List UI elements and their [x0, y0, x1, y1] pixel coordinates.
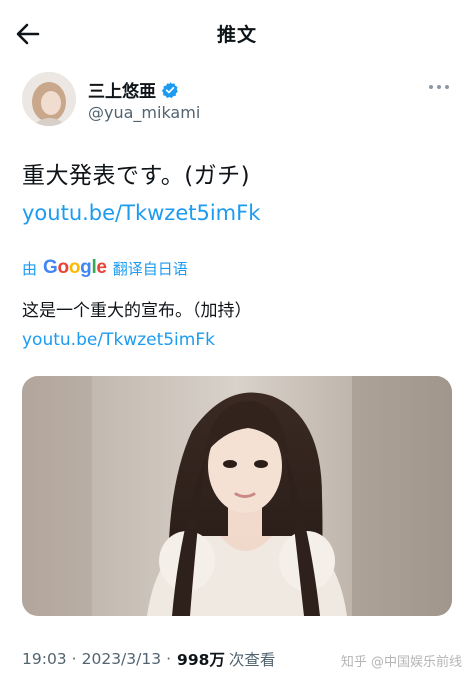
- avatar[interactable]: [22, 72, 76, 126]
- translated-link[interactable]: youtu.be/Tkwzet5imFk: [22, 330, 215, 350]
- tweet-text: 重大発表です。(ガチ): [22, 163, 251, 189]
- author-handle[interactable]: @yua_mikami: [88, 103, 200, 122]
- top-bar: 推文: [0, 0, 474, 66]
- translated-text: 这是一个重大的宣布。（加持）: [22, 301, 252, 321]
- tweet-date: 2023/3/13: [81, 650, 162, 668]
- tweet-author: 三上悠亜 @yua_mikami: [22, 72, 452, 128]
- author-name-row[interactable]: 三上悠亜: [88, 77, 179, 102]
- view-count: 998万: [177, 651, 225, 669]
- translate-attribution[interactable]: 由 Google 翻译自日语: [22, 257, 188, 279]
- page-title: 推文: [216, 24, 257, 46]
- tweet-link[interactable]: youtu.be/Tkwzet5imFk: [22, 201, 260, 225]
- separator-dot: ·: [166, 650, 172, 668]
- tweet-media-image[interactable]: [22, 376, 452, 616]
- tweet-meta: 19:03 · 2023/3/13 · 998万 次查看: [22, 648, 275, 670]
- view-count-label: 次查看: [228, 651, 276, 669]
- translate-by-label: 由: [22, 259, 38, 278]
- avatar-image: [22, 72, 76, 126]
- photo-illustration: [22, 376, 452, 616]
- more-options-icon[interactable]: [428, 82, 450, 92]
- separator-dot: ·: [71, 650, 77, 668]
- translate-action-label: 翻译自日语: [112, 259, 188, 278]
- watermark: 知乎 @中国娱乐前线: [340, 655, 462, 670]
- google-logo: Google: [43, 257, 107, 278]
- author-name: 三上悠亜: [88, 82, 156, 102]
- tweet-time: 19:03: [22, 650, 67, 668]
- verified-badge-icon: [161, 81, 178, 98]
